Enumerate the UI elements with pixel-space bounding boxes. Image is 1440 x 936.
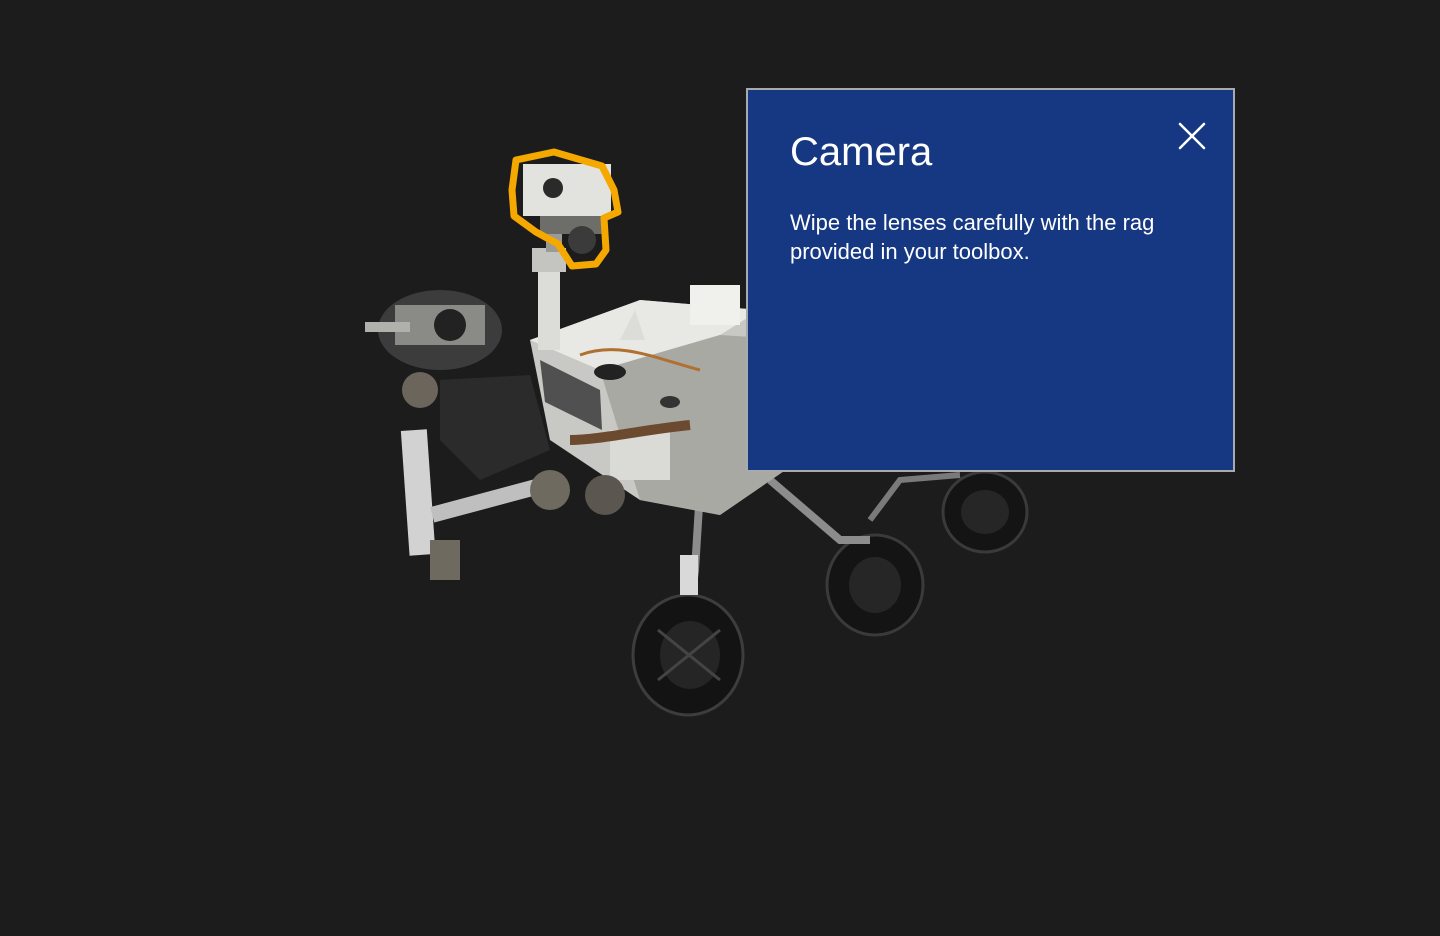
close-button[interactable] [1172, 116, 1212, 156]
3d-viewport[interactable]: Camera Wipe the lenses carefully with th… [0, 0, 1440, 936]
wheel-rear-right [941, 470, 1029, 554]
panel-title: Camera [790, 130, 933, 174]
camera-hotspot[interactable] [508, 148, 622, 270]
panel-description: Wipe the lenses carefully with the rag p… [790, 210, 1155, 264]
wheel-front [631, 593, 745, 717]
info-panel: Camera Wipe the lenses carefully with th… [746, 88, 1235, 472]
suspension-arm-right [767, 476, 870, 544]
close-icon [1178, 122, 1206, 150]
wheel-mid-right [825, 533, 925, 637]
